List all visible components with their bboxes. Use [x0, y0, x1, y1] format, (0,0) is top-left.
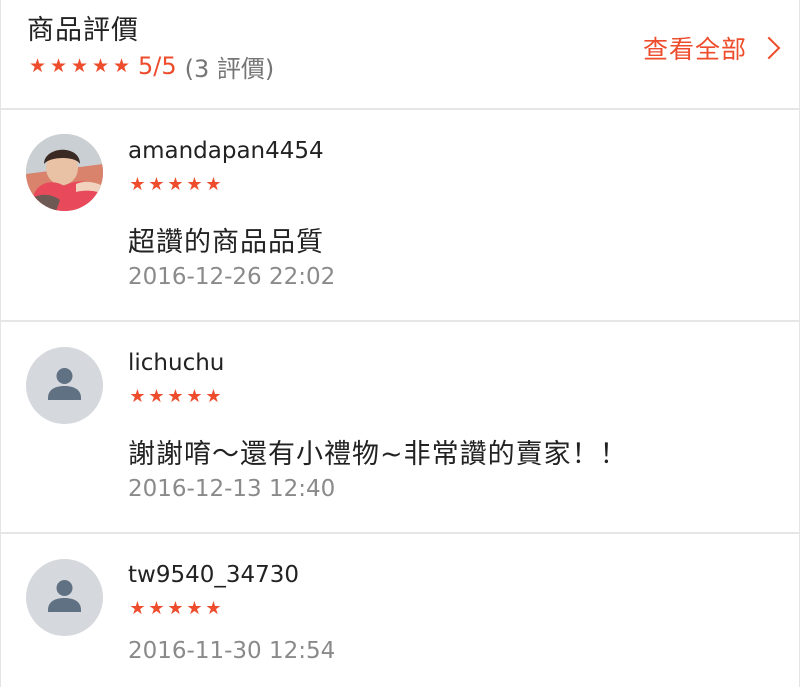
star-icon: ★	[148, 598, 165, 619]
review-comment: 超讚的商品品質	[128, 227, 324, 258]
star-icon: ★	[70, 54, 89, 77]
review-comment: 謝謝唷～還有小禮物~非常讚的賣家！！	[128, 439, 628, 470]
default-user-icon	[48, 368, 81, 400]
star-icon: ★	[186, 598, 203, 619]
star-icon: ★	[148, 174, 165, 195]
user-photo-icon	[26, 134, 103, 211]
review-item: lichuchu ★ ★ ★ ★ ★ 謝謝唷～還有小禮物~非常讚的賣家！！ 20…	[1, 322, 799, 534]
star-icon: ★	[91, 54, 110, 77]
reviewer-username: tw9540_34730	[128, 562, 300, 588]
reviewer-username: amandapan4454	[128, 138, 324, 164]
review-timestamp: 2016-12-26 22:02	[128, 264, 336, 290]
star-icon: ★	[167, 598, 184, 619]
review-stars: ★ ★ ★ ★ ★	[128, 388, 223, 406]
star-icon: ★	[49, 54, 68, 77]
view-all-label[interactable]: 查看全部	[643, 30, 747, 66]
review-count: (3 評價)	[184, 54, 275, 83]
star-icon: ★	[129, 386, 146, 407]
reviews-title: 商品評價	[27, 15, 139, 46]
rating-score: 5/5	[138, 52, 177, 80]
review-timestamp: 2016-12-13 12:40	[128, 476, 336, 502]
reviewer-username: lichuchu	[128, 350, 225, 376]
product-reviews-panel: 商品評價 ★ ★ ★ ★ ★ 5/5 (3 評價) 查看全部 amandapan…	[0, 0, 800, 687]
star-icon: ★	[167, 386, 184, 407]
star-icon: ★	[148, 386, 165, 407]
overall-rating: ★ ★ ★ ★ ★ 5/5 (3 評價)	[27, 50, 275, 83]
review-stars: ★ ★ ★ ★ ★	[128, 176, 223, 194]
star-icon: ★	[205, 386, 222, 407]
star-icon: ★	[112, 54, 131, 77]
star-icon: ★	[167, 174, 184, 195]
star-icon: ★	[205, 174, 222, 195]
avatar[interactable]	[26, 134, 103, 211]
default-user-icon	[48, 580, 81, 612]
chevron-right-icon[interactable]	[757, 36, 781, 60]
star-icon: ★	[129, 598, 146, 619]
star-icon: ★	[186, 386, 203, 407]
review-item: amandapan4454 ★ ★ ★ ★ ★ 超讚的商品品質 2016-12-…	[1, 110, 799, 322]
overall-stars: ★ ★ ★ ★ ★	[27, 54, 132, 77]
reviews-header: 商品評價 ★ ★ ★ ★ ★ 5/5 (3 評價) 查看全部	[1, 0, 799, 110]
review-item: tw9540_34730 ★ ★ ★ ★ ★ 2016-11-30 12:54	[1, 534, 799, 687]
review-stars: ★ ★ ★ ★ ★	[128, 600, 223, 618]
star-icon: ★	[205, 598, 222, 619]
star-icon: ★	[186, 174, 203, 195]
avatar[interactable]	[26, 347, 103, 424]
avatar[interactable]	[26, 559, 103, 636]
view-all-link[interactable]: 查看全部	[643, 30, 781, 66]
review-timestamp: 2016-11-30 12:54	[128, 638, 336, 664]
star-icon: ★	[28, 54, 47, 77]
star-icon: ★	[129, 174, 146, 195]
